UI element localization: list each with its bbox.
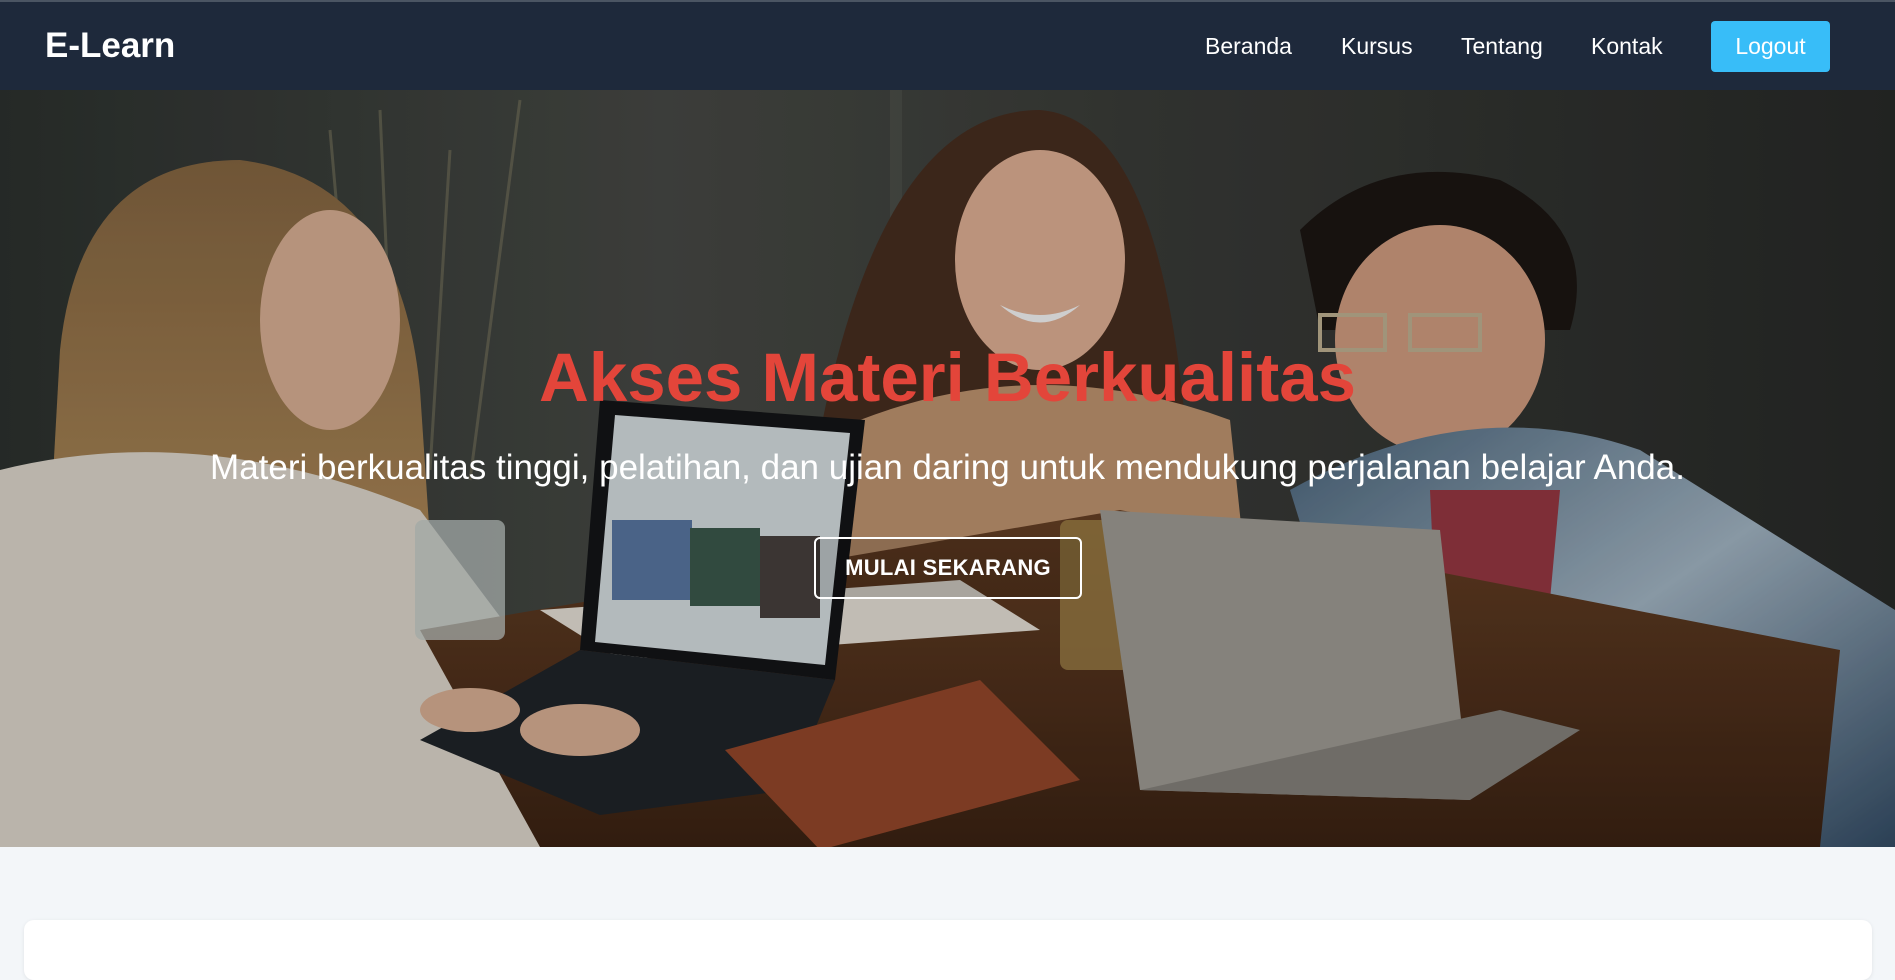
navbar: E-Learn Beranda Kursus Tentang Kontak Lo… [0, 2, 1895, 90]
nav-link-tentang[interactable]: Tentang [1461, 32, 1543, 60]
content-card [24, 920, 1872, 980]
nav-link-kontak[interactable]: Kontak [1591, 32, 1663, 60]
brand-logo[interactable]: E-Learn [45, 24, 175, 68]
logout-button[interactable]: Logout [1711, 21, 1830, 72]
hero-title: Akses Materi Berkualitas [539, 339, 1356, 416]
start-now-button[interactable]: MULAI SEKARANG [814, 537, 1082, 599]
hero-section: Akses Materi Berkualitas Materi berkuali… [0, 90, 1895, 847]
nav-link-beranda[interactable]: Beranda [1205, 32, 1292, 60]
nav-link-kursus[interactable]: Kursus [1341, 32, 1413, 60]
hero-subtitle: Materi berkualitas tinggi, pelatihan, da… [210, 448, 1685, 487]
